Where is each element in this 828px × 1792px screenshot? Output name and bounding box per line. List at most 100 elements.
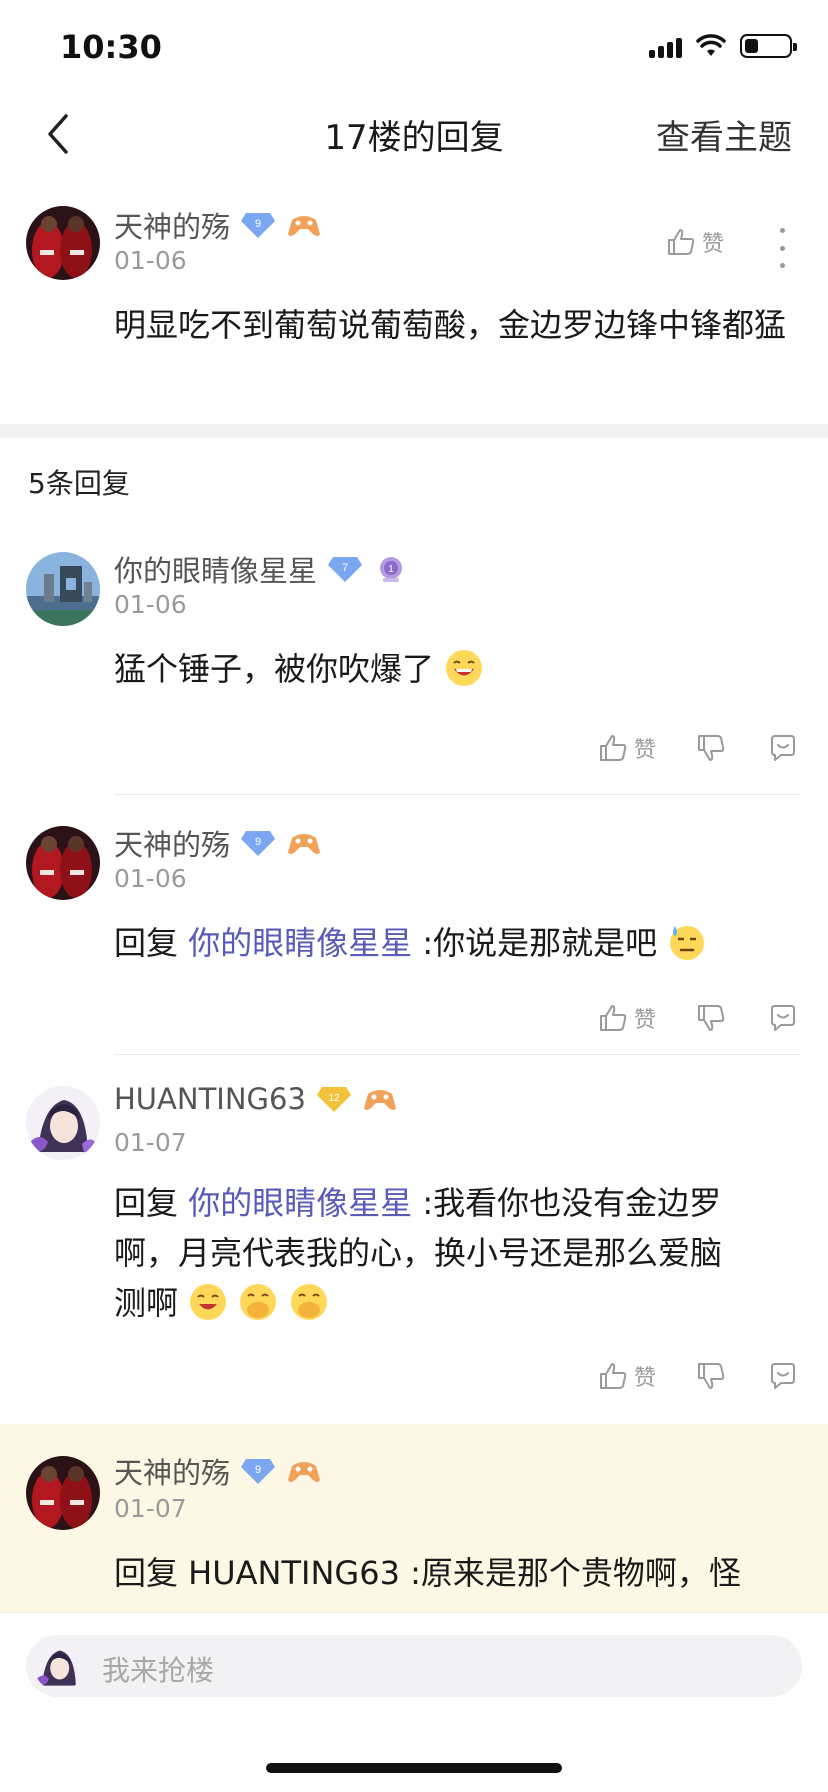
input-placeholder: 我来抢楼 [102, 1654, 215, 1687]
username-text: 天神的殇 [114, 1456, 231, 1490]
avatar[interactable] [26, 1086, 100, 1160]
comment-bubble-icon [771, 735, 795, 761]
status-time: 10:30 [60, 28, 162, 66]
comment-actions: 赞 [598, 1002, 798, 1034]
covering-mouth-emoji-icon [240, 1284, 277, 1320]
thumbs-down-icon [698, 735, 725, 761]
like-button[interactable]: 赞 [598, 732, 656, 764]
avatar[interactable] [26, 826, 100, 900]
comment-item: 天神的殇 9 01-06 回复 你的眼睛像星星 :你说是那就是吧 赞 [0, 818, 828, 1055]
post-date: 01-06 [114, 246, 187, 275]
like-label: 赞 [633, 1008, 656, 1033]
thumbs-up-icon [599, 735, 627, 761]
mention-link[interactable]: 你的眼睛像星星 [188, 924, 412, 962]
laughing-emoji-icon [446, 650, 483, 686]
svg-text:1: 1 [388, 564, 394, 575]
reply-input[interactable]: 我来抢楼 [26, 1635, 802, 1697]
comment-date: 01-06 [114, 864, 187, 893]
comment-text: :你说是那就是吧 [422, 924, 658, 962]
dislike-button[interactable] [696, 1003, 726, 1033]
more-icon[interactable] [772, 228, 792, 268]
thumbs-up-icon [599, 1363, 627, 1389]
nav-header: 17楼的回复 查看主题 [0, 96, 828, 172]
comment-content: 猛个锤子，被你吹爆了 [114, 644, 804, 694]
dislike-button[interactable] [696, 733, 726, 763]
main-post: 天神的殇 9 01-06 赞 明显吃不到葡萄说葡萄酸，金边罗边锋中锋都猛 [0, 190, 828, 422]
like-label: 赞 [702, 232, 725, 257]
comment-line: 测啊 [114, 1278, 814, 1328]
reply-input-bar: 我来抢楼 [0, 1612, 828, 1792]
comment-date: 01-06 [114, 590, 187, 619]
like-label: 赞 [633, 1366, 656, 1391]
diamond-level-badge: 9 [241, 1459, 276, 1484]
game-controller-icon [288, 216, 321, 236]
comment-date: 01-07 [114, 1128, 187, 1157]
comment-actions: 赞 [598, 1360, 798, 1392]
game-controller-icon [363, 1090, 396, 1110]
mention-link[interactable]: 你的眼睛像星星 [188, 1184, 412, 1222]
laughing-emoji-icon [190, 1284, 227, 1320]
thumbs-down-icon [698, 1005, 725, 1031]
gold-level-badge: 12 [316, 1087, 351, 1112]
avatar[interactable] [26, 1456, 100, 1530]
wifi-icon [696, 34, 726, 56]
username[interactable]: HUANTING63 12 [114, 1082, 398, 1116]
comment-item: HUANTING63 12 01-07 回复 你的眼睛像星星 :我看你也没有金边… [0, 1078, 828, 1418]
comment-bubble-icon [771, 1005, 795, 1031]
like-button[interactable]: 赞 [666, 226, 724, 258]
avatar[interactable] [26, 206, 100, 280]
username[interactable]: 天神的殇 9 [114, 204, 322, 246]
username[interactable]: 你的眼睛像星星 7 1 [114, 548, 409, 590]
sweat-emoji-icon [670, 926, 705, 960]
svg-text:9: 9 [255, 218, 261, 230]
covering-mouth-emoji-icon [290, 1284, 327, 1320]
battery-icon [740, 34, 797, 58]
signal-icon [649, 34, 682, 58]
section-divider [0, 424, 828, 438]
like-button[interactable]: 赞 [598, 1002, 656, 1034]
comment-text: 猛个锤子，被你吹爆了 [114, 650, 435, 688]
thumbs-up-icon [599, 1005, 627, 1031]
diamond-level-badge: 7 [328, 557, 363, 582]
username-text: 天神的殇 [114, 828, 231, 862]
status-bar: 10:30 [0, 0, 828, 96]
status-icons [649, 34, 797, 58]
username-text: HUANTING63 [114, 1082, 306, 1116]
reply-count: 5条回复 [28, 467, 130, 500]
comment-item-highlighted: 天神的殇 9 01-07 回复 HUANTING63 :原来是那个贵物啊，怪 [0, 1424, 828, 1612]
like-button[interactable]: 赞 [598, 1360, 656, 1392]
rank-medal-icon: 1 [380, 557, 403, 582]
view-topic-button[interactable]: 查看主题 [656, 110, 792, 159]
home-indicator [266, 1763, 562, 1773]
username[interactable]: 天神的殇 9 [114, 822, 322, 864]
svg-text:9: 9 [255, 836, 261, 848]
divider [114, 1054, 800, 1055]
username[interactable]: 天神的殇 9 [114, 1450, 322, 1492]
reply-prefix: 回复 [114, 924, 179, 962]
reply-button[interactable] [768, 1003, 798, 1033]
avatar[interactable] [26, 552, 100, 626]
divider [114, 794, 800, 795]
comment-item: 你的眼睛像星星 7 1 01-06 猛个锤子，被你吹爆了 赞 [0, 540, 828, 795]
comment-actions: 赞 [598, 732, 798, 764]
thumbs-down-icon [698, 1363, 725, 1389]
reply-button[interactable] [768, 733, 798, 763]
comment-content: 回复 你的眼睛像星星 :我看你也没有金边罗 啊，月亮代表我的心，换小号还是那么爱… [114, 1178, 814, 1328]
thumbs-up-icon [668, 229, 695, 255]
username-text: 天神的殇 [114, 210, 231, 244]
diamond-level-badge: 9 [241, 213, 276, 238]
svg-text:12: 12 [328, 1093, 340, 1104]
post-content: 明显吃不到葡萄说葡萄酸，金边罗边锋中锋都猛 [114, 306, 787, 344]
comment-line: 啊，月亮代表我的心，换小号还是那么爱脑 [114, 1234, 723, 1272]
reply-button[interactable] [768, 1361, 798, 1391]
diamond-level-badge: 9 [241, 831, 276, 856]
svg-text:7: 7 [342, 562, 348, 574]
avatar [34, 1641, 84, 1691]
comment-content: 回复 你的眼睛像星星 :你说是那就是吧 [114, 918, 804, 968]
dislike-button[interactable] [696, 1361, 726, 1391]
reply-prefix: 回复 [114, 1184, 179, 1222]
svg-text:9: 9 [255, 1464, 261, 1476]
comment-line: 回复 你的眼睛像星星 :我看你也没有金边罗 [114, 1178, 814, 1228]
comment-text: :我看你也没有金边罗 [422, 1184, 722, 1222]
game-controller-icon [288, 834, 321, 854]
